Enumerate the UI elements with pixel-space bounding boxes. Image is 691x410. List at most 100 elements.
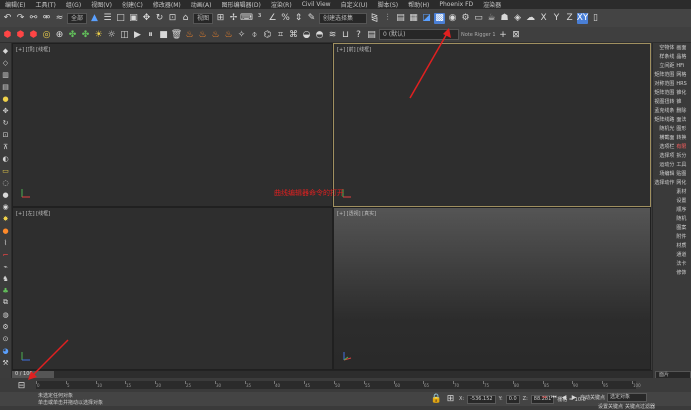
schematic-view-icon[interactable]: ▩	[434, 12, 446, 24]
menu-item[interactable]: 帮助(H)	[403, 0, 434, 9]
prev-frame-icon[interactable]: ◀	[560, 394, 568, 401]
angle-snap-icon[interactable]: ∠	[267, 13, 278, 24]
lock-selection-icon[interactable]: 🔒	[431, 394, 442, 405]
pivot-center-icon[interactable]: ⊞	[215, 13, 226, 24]
select-move-icon[interactable]: ✥	[141, 13, 152, 24]
time-slider-handle[interactable]: 0 / 100	[12, 371, 54, 378]
select-mode-icon[interactable]: ▥	[1, 70, 10, 79]
create-spacewarps-icon[interactable]: ✤	[67, 29, 78, 40]
modifier-button[interactable]: HFi	[675, 63, 691, 69]
source-icon[interactable]: ⌬	[262, 29, 273, 40]
curve-editor-icon[interactable]: ◪	[421, 13, 432, 24]
mesh-tool-icon[interactable]: ⌘	[288, 29, 299, 40]
stop-icon[interactable]: ■	[158, 29, 169, 40]
modifier-button[interactable]: 晶格	[675, 53, 691, 60]
xy-plane-icon[interactable]: XY	[577, 12, 588, 24]
render-setup-icon[interactable]: ⚙	[460, 13, 471, 24]
sun-icon[interactable]: ☀	[93, 29, 104, 40]
snap-icon[interactable]: ◆	[1, 46, 10, 55]
modifier-button[interactable]: 场编辑	[653, 170, 675, 177]
bucket-icon[interactable]: ⊔	[340, 29, 351, 40]
modifier-button[interactable]: 修饰	[675, 269, 691, 276]
render-activeshade-icon[interactable]: ◈	[512, 13, 523, 24]
emitter-icon[interactable]: ⌽	[249, 29, 260, 40]
create-cameras-icon[interactable]: ◎	[41, 29, 52, 40]
camera-icon[interactable]: ◫	[119, 29, 130, 40]
layer-manage-icon[interactable]: ⊠	[511, 29, 522, 40]
select-place-icon[interactable]: ⌂	[180, 13, 191, 24]
delete-icon[interactable]: 🗑	[171, 29, 182, 40]
modifier-button[interactable]: 空物体	[653, 44, 675, 51]
select-scale-icon[interactable]: ⊡	[167, 13, 178, 24]
modifier-button[interactable]: 选择动作	[653, 179, 675, 186]
unlink-icon[interactable]: ⚮	[41, 13, 52, 24]
grid-tool-icon[interactable]: ⌗	[275, 29, 286, 40]
play-icon[interactable]: ▶	[132, 29, 143, 40]
layer-icon[interactable]: ▤	[366, 29, 377, 40]
align-icon[interactable]: ⫶	[382, 13, 393, 24]
modifier-button[interactable]: 附件	[675, 233, 691, 240]
select-rotate-icon[interactable]: ↻	[154, 13, 165, 24]
plant-icon[interactable]: ♣	[1, 286, 10, 295]
create-shapes-icon[interactable]: ⬢	[15, 29, 26, 40]
snaps-toggle-icon[interactable]: ³	[254, 13, 265, 24]
modifier-button[interactable]: 视图扭转	[653, 98, 675, 105]
rotate-icon[interactable]: ↻	[1, 118, 10, 127]
material-icon[interactable]: ◍	[1, 310, 10, 319]
menu-item[interactable]: 修改器(M)	[148, 0, 186, 9]
menu-item[interactable]: 动画(A)	[186, 0, 217, 9]
selection-filter-dropdown[interactable]: 全部	[67, 12, 88, 24]
modifier-button[interactable]: 横截面	[653, 134, 675, 141]
redo-icon[interactable]: ↷	[15, 13, 26, 24]
eye-icon[interactable]: ◉	[1, 202, 10, 211]
layer-dropdown[interactable]: 0 (默认)	[379, 29, 459, 40]
modifier-button[interactable]: 样条线	[653, 53, 675, 60]
keyboard-shortcut-icon[interactable]: ⌨	[240, 13, 253, 24]
menu-item[interactable]: 自定义(U)	[336, 0, 373, 9]
hierarchy-icon[interactable]: ⊼	[1, 142, 10, 151]
render-production-icon[interactable]: ☕	[486, 13, 497, 24]
bone-icon[interactable]: ⌐	[1, 250, 10, 259]
modifier-button[interactable]: 设置	[675, 197, 691, 204]
toolbar-extra-icon[interactable]: ▯	[590, 13, 601, 24]
utilities-icon[interactable]: ◌	[1, 178, 10, 187]
display-icon[interactable]: ▭	[1, 166, 10, 175]
track-ruler[interactable]: 0 5 10 15 20 25 30 35 40 45 50 55 60 65 70 75 80 85 90 95 10…	[36, 381, 641, 389]
modifier-button[interactable]: HRS	[675, 81, 691, 87]
modifier-button[interactable]: 立间距	[653, 62, 675, 69]
fire-source-icon[interactable]: ♨	[197, 29, 208, 40]
fire-effect-icon[interactable]: ♨	[184, 29, 195, 40]
menu-item[interactable]: 组(G)	[61, 0, 86, 9]
bone-tools-icon[interactable]: ⌁	[1, 262, 10, 271]
ocean-icon[interactable]: ≋	[327, 29, 338, 40]
menu-item[interactable]: 渲染(R)	[266, 0, 297, 9]
zoom-icon[interactable]: ⊙	[1, 334, 10, 343]
menu-item[interactable]: Phoenix FD	[434, 1, 478, 8]
menu-item[interactable]: 创建(C)	[117, 0, 148, 9]
modifier-button[interactable]: 矩阵范围	[653, 89, 675, 96]
spinner-snap-icon[interactable]: ⇕	[293, 13, 304, 24]
object-paint-icon[interactable]: ◇	[1, 58, 10, 67]
modifier-button[interactable]: 网格	[675, 71, 691, 78]
selection-dropdown[interactable]: 选定对象	[607, 393, 648, 402]
add-icon[interactable]: +	[498, 29, 509, 40]
create-geometry-icon[interactable]: ⬢	[2, 29, 13, 40]
menu-item[interactable]: 编辑(E)	[0, 0, 30, 9]
menu-item[interactable]: Civil View	[297, 1, 336, 8]
window-crossing-icon[interactable]: ▣	[128, 13, 139, 24]
set-key-label[interactable]: 设置关键点	[598, 403, 623, 410]
menu-item[interactable]: 渲染器	[478, 0, 506, 9]
render-iterative-icon[interactable]: ☗	[499, 13, 510, 24]
modifier-button[interactable]: 法卡	[675, 260, 691, 267]
create-lights-icon[interactable]: ⬢	[28, 29, 39, 40]
modifier-button[interactable]: 矩阵线路	[653, 116, 675, 123]
help-icon[interactable]: ?	[353, 29, 364, 40]
xref-icon[interactable]: ⧉	[1, 298, 10, 307]
tool-icon[interactable]: ⚒	[1, 358, 10, 367]
autokey-label[interactable]: 自动关键点	[580, 394, 605, 401]
scene-explorer-icon[interactable]: ▤	[395, 13, 406, 24]
light-icon[interactable]: ☼	[106, 29, 117, 40]
scale-icon[interactable]: ⊡	[1, 130, 10, 139]
undo-icon[interactable]: ↶	[2, 13, 13, 24]
modifier-button[interactable]: 锥	[675, 98, 691, 105]
